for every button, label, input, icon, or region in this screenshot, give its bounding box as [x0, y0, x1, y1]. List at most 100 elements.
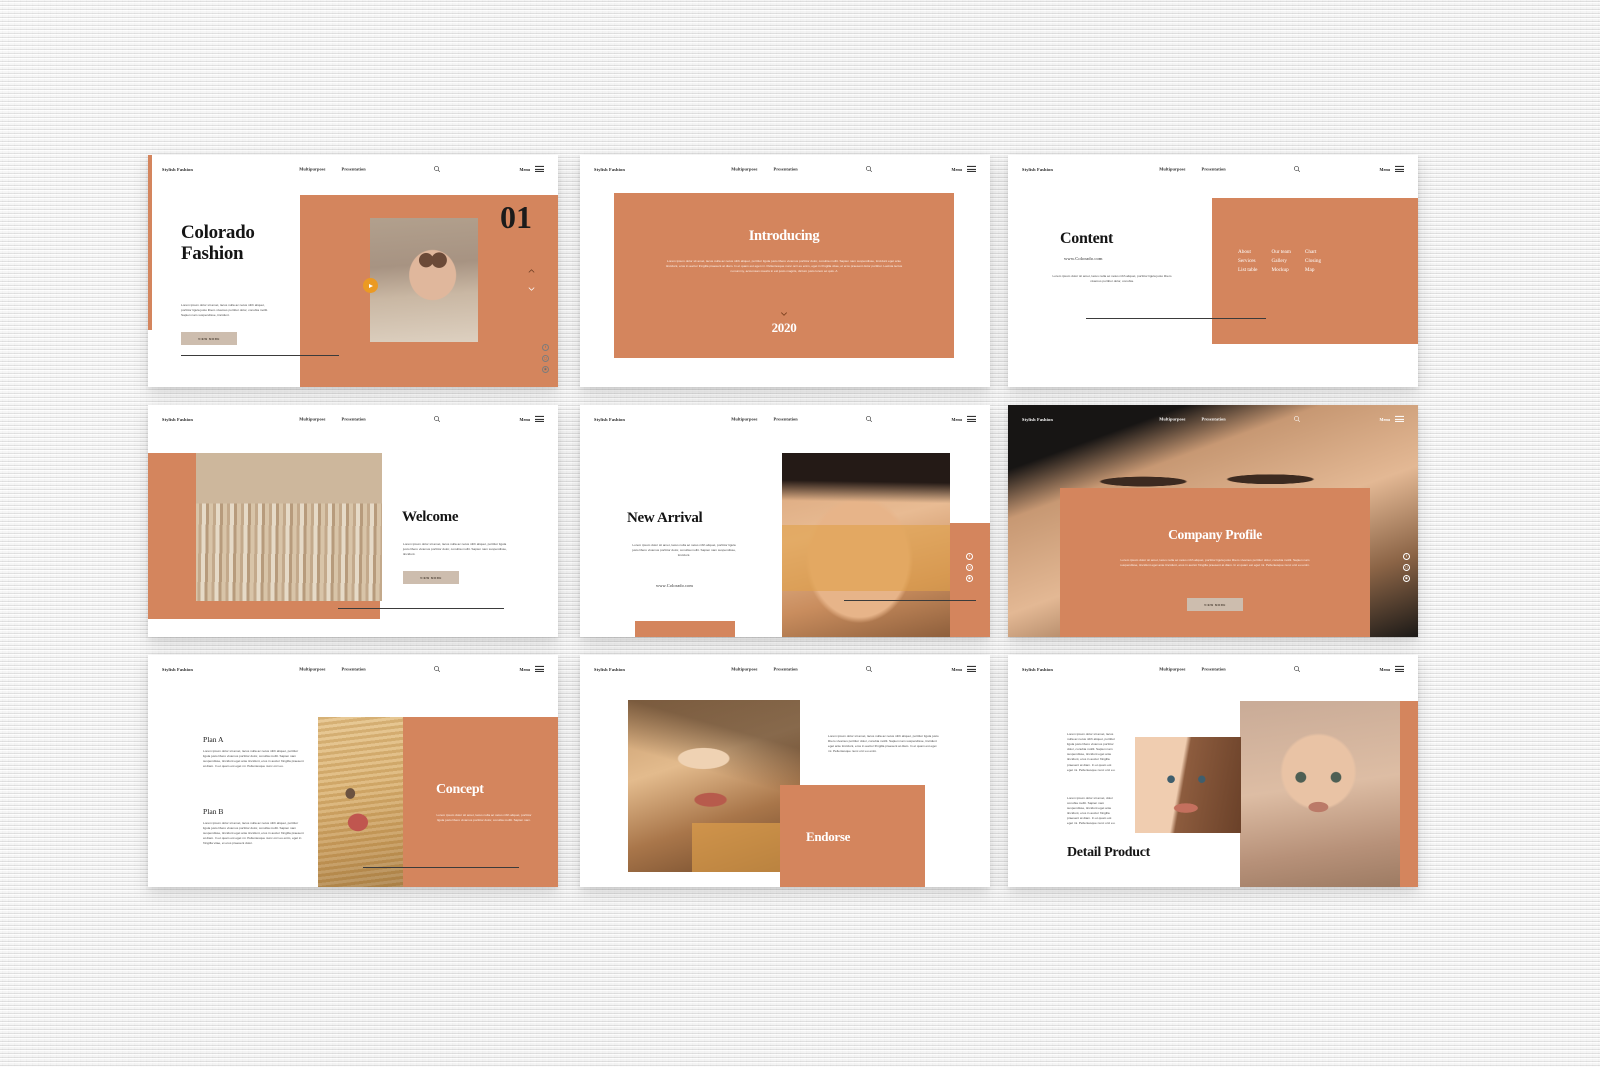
- menu-button[interactable]: Menu: [520, 165, 544, 173]
- toc-item-chart[interactable]: Chart: [1305, 249, 1321, 255]
- slide-new-arrival[interactable]: Stylish Fashion Multipurpose Presentatio…: [580, 405, 990, 637]
- slide-company-profile[interactable]: Stylish Fashion Multipurpose Presentatio…: [1008, 405, 1418, 637]
- play-icon[interactable]: [363, 278, 378, 293]
- search-icon[interactable]: [866, 666, 873, 673]
- nav-link-multipurpose[interactable]: Multipurpose: [731, 667, 757, 672]
- hamburger-icon[interactable]: [535, 165, 544, 173]
- toc-item-gallery[interactable]: Gallery: [1271, 258, 1290, 264]
- social-links[interactable]: t ◻ ◉: [542, 344, 549, 373]
- twitter-icon[interactable]: t: [542, 344, 549, 351]
- table-of-contents[interactable]: About Our team Chart Services Gallery Cl…: [1238, 249, 1321, 273]
- content-orange-panel: About Our team Chart Services Gallery Cl…: [1212, 198, 1418, 344]
- nav-link-presentation[interactable]: Presentation: [1202, 167, 1226, 172]
- website-url[interactable]: www.Colorado.com: [656, 583, 693, 588]
- chevron-up-icon[interactable]: [527, 267, 536, 276]
- header-nav: Multipurpose Presentation: [299, 417, 366, 422]
- view-more-button[interactable]: VIEW MORE: [403, 571, 459, 584]
- search-icon[interactable]: [1294, 416, 1301, 423]
- nav-link-presentation[interactable]: Presentation: [774, 667, 798, 672]
- slide-concept[interactable]: Stylish Fashion Multipurpose Presentatio…: [148, 655, 558, 887]
- menu-button[interactable]: Menu: [952, 415, 976, 423]
- photo-blonde-model: [318, 717, 403, 887]
- instagram-icon[interactable]: ◻: [966, 564, 973, 571]
- nav-link-multipurpose[interactable]: Multipurpose: [731, 167, 757, 172]
- menu-label: Menu: [519, 666, 530, 672]
- hamburger-icon[interactable]: [535, 665, 544, 673]
- menu-button[interactable]: Menu: [952, 665, 976, 673]
- social-links[interactable]: t ◻ ◉: [1403, 553, 1410, 582]
- menu-button[interactable]: Menu: [1380, 665, 1404, 673]
- chevron-down-icon[interactable]: [780, 309, 789, 318]
- nav-link-presentation[interactable]: Presentation: [342, 667, 366, 672]
- slide-cover[interactable]: Stylish Fashion Multipurpose Presentatio…: [148, 155, 558, 387]
- hamburger-icon[interactable]: [967, 415, 976, 423]
- divider-line: [1086, 318, 1266, 319]
- instagram-icon[interactable]: ◻: [542, 355, 549, 362]
- toc-item-closing[interactable]: Closing: [1305, 258, 1321, 264]
- slide-content[interactable]: Stylish Fashion Multipurpose Presentatio…: [1008, 155, 1418, 387]
- view-more-button[interactable]: VIEW MORE: [1187, 598, 1243, 611]
- menu-button[interactable]: Menu: [1380, 165, 1404, 173]
- toc-item-our-team[interactable]: Our team: [1271, 249, 1290, 255]
- nav-link-multipurpose[interactable]: Multipurpose: [1159, 167, 1185, 172]
- search-icon[interactable]: [434, 166, 441, 173]
- slide-endorse[interactable]: Stylish Fashion Multipurpose Presentatio…: [580, 655, 990, 887]
- hamburger-icon[interactable]: [967, 165, 976, 173]
- instagram-icon[interactable]: ◻: [1403, 564, 1410, 571]
- nav-link-multipurpose[interactable]: Multipurpose: [731, 417, 757, 422]
- menu-button[interactable]: Menu: [520, 415, 544, 423]
- website-url[interactable]: www.Colorado.com: [1064, 256, 1103, 261]
- nav-link-presentation[interactable]: Presentation: [774, 167, 798, 172]
- divider-line: [181, 355, 339, 356]
- nav-link-presentation[interactable]: Presentation: [1202, 417, 1226, 422]
- nav-link-multipurpose[interactable]: Multipurpose: [299, 167, 325, 172]
- menu-label: Menu: [951, 166, 962, 172]
- nav-link-presentation[interactable]: Presentation: [1202, 667, 1226, 672]
- pinterest-icon[interactable]: ◉: [1403, 575, 1410, 582]
- toc-item-list-table[interactable]: List table: [1238, 267, 1257, 273]
- menu-button[interactable]: Menu: [951, 165, 976, 173]
- nav-link-multipurpose[interactable]: Multipurpose: [1159, 667, 1185, 672]
- brand-logo: Stylish Fashion: [1022, 166, 1053, 172]
- nav-link-presentation[interactable]: Presentation: [342, 167, 366, 172]
- search-icon[interactable]: [434, 416, 441, 423]
- hamburger-icon[interactable]: [1395, 165, 1404, 173]
- toc-item-map[interactable]: Map: [1305, 267, 1321, 273]
- pinterest-icon[interactable]: ◉: [966, 575, 973, 582]
- chevron-down-icon[interactable]: [527, 284, 536, 293]
- plan-b-body-text: Lorem ipsum dolor sit amet, lacus nulla …: [203, 821, 304, 846]
- hamburger-icon[interactable]: [967, 665, 976, 673]
- search-icon[interactable]: [1294, 166, 1301, 173]
- pinterest-icon[interactable]: ◉: [542, 366, 549, 373]
- nav-link-presentation[interactable]: Presentation: [774, 417, 798, 422]
- header-nav: Multipurpose Presentation: [731, 167, 798, 172]
- nav-link-multipurpose[interactable]: Multipurpose: [299, 667, 325, 672]
- hamburger-icon[interactable]: [1395, 665, 1404, 673]
- slide-detail-product[interactable]: Stylish Fashion Multipurpose Presentatio…: [1008, 655, 1418, 887]
- slide-welcome[interactable]: Stylish Fashion Multipurpose Presentatio…: [148, 405, 558, 637]
- search-icon[interactable]: [434, 666, 441, 673]
- hamburger-icon[interactable]: [1395, 415, 1404, 423]
- slide-introducing[interactable]: Stylish Fashion Multipurpose Presentatio…: [580, 155, 990, 387]
- endorse-orange-panel: Endorse: [780, 785, 925, 887]
- menu-button[interactable]: Menu: [519, 665, 544, 673]
- search-icon[interactable]: [866, 416, 873, 423]
- menu-button[interactable]: Menu: [1380, 415, 1404, 423]
- view-more-button[interactable]: VIEW MORE: [181, 332, 237, 345]
- toc-item-about[interactable]: About: [1238, 249, 1257, 255]
- bottom-orange-block: [635, 621, 735, 637]
- brand-logo: Stylish Fashion: [594, 416, 625, 422]
- twitter-icon[interactable]: t: [1403, 553, 1410, 560]
- search-icon[interactable]: [1294, 666, 1301, 673]
- toc-item-services[interactable]: Services: [1238, 258, 1257, 264]
- hamburger-icon[interactable]: [535, 415, 544, 423]
- toc-item-mockup[interactable]: Mockup: [1271, 267, 1290, 273]
- nav-link-multipurpose[interactable]: Multipurpose: [299, 417, 325, 422]
- nav-link-presentation[interactable]: Presentation: [342, 417, 366, 422]
- social-links[interactable]: t ◻ ◉: [966, 553, 973, 582]
- twitter-icon[interactable]: t: [966, 553, 973, 560]
- plan-b-title: Plan B: [203, 807, 224, 816]
- page-title: Welcome: [402, 509, 459, 525]
- nav-link-multipurpose[interactable]: Multipurpose: [1159, 417, 1185, 422]
- search-icon[interactable]: [866, 166, 873, 173]
